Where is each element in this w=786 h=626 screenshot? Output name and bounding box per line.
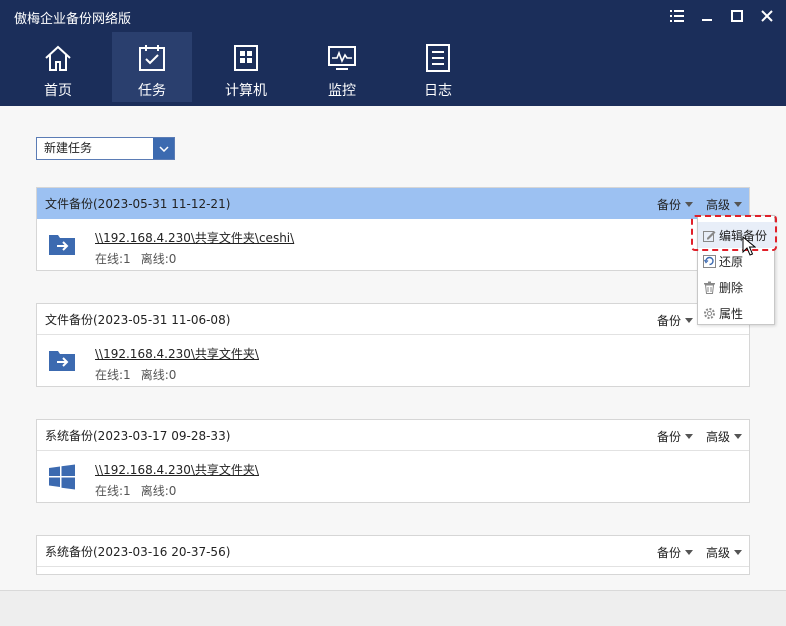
menu-icon[interactable] [666, 6, 688, 26]
advanced-label: 高级 [706, 546, 731, 560]
nav-monitor-label: 监控 [328, 83, 356, 99]
home-icon [45, 45, 71, 71]
windows-logo-icon [49, 464, 75, 490]
nav-computer[interactable]: 计算机 [198, 32, 294, 102]
menu-item-label: 删除 [719, 280, 744, 295]
task-card[interactable]: 文件备份(2023-05-31 11-06-08) 备份 \\192.168.4… [36, 303, 750, 387]
task-card-body: \\192.168.4.230\共享文件夹\ 在线:1 离线:0 [37, 335, 749, 387]
task-title: 系统备份(2023-03-17 09-28-33) [45, 428, 231, 443]
caret-down-icon [685, 550, 694, 555]
mouse-cursor-icon [742, 236, 756, 256]
backup-dropdown-button[interactable]: 备份 [657, 544, 694, 561]
caret-down-icon [734, 434, 743, 439]
task-card[interactable]: 系统备份(2023-03-17 09-28-33) 备份 高级 \\192.16… [36, 419, 750, 503]
log-icon [426, 44, 450, 72]
computer-icon [234, 45, 258, 71]
task-card-header[interactable]: 文件备份(2023-05-31 11-06-08) 备份 [37, 304, 749, 335]
title-bar: 傲梅企业备份网络版 首页 任务 计算机 监控 日志 [0, 0, 786, 106]
maximize-icon[interactable] [726, 6, 748, 26]
offline-count: 离线:0 [140, 252, 177, 266]
nav-log[interactable]: 日志 [390, 32, 486, 102]
edit-icon [703, 230, 716, 242]
nav-home[interactable]: 首页 [10, 32, 106, 102]
advanced-dropdown-button[interactable]: 高级 [706, 428, 743, 445]
backup-label: 备份 [657, 430, 682, 444]
online-count: 在线:1 [95, 252, 131, 266]
task-list-area: 新建任务 文件备份(2023-05-31 11-12-21) 备份 高级 \\1… [0, 106, 786, 590]
online-count: 在线:1 [95, 484, 131, 498]
status-bar [0, 590, 786, 626]
menu-item-properties[interactable]: 属性 [698, 300, 776, 326]
menu-item-delete[interactable]: 删除 [698, 274, 776, 300]
task-title: 文件备份(2023-05-31 11-12-21) [45, 196, 231, 211]
trash-icon [704, 281, 715, 294]
task-card-header[interactable]: 文件备份(2023-05-31 11-12-21) 备份 高级 [37, 188, 749, 219]
menu-item-label: 属性 [719, 306, 744, 321]
caret-down-icon [685, 434, 694, 439]
advanced-context-menu: 编辑备份 还原 删除 属性 [697, 215, 776, 326]
backup-label: 备份 [657, 198, 682, 212]
task-card[interactable]: 文件备份(2023-05-31 11-12-21) 备份 高级 \\192.16… [36, 187, 750, 271]
close-icon[interactable] [756, 6, 778, 26]
offline-count: 离线:0 [140, 484, 177, 498]
backup-dropdown-button[interactable]: 备份 [657, 428, 694, 445]
gear-icon [704, 307, 715, 319]
advanced-label: 高级 [706, 198, 731, 212]
task-card-header[interactable]: 系统备份(2023-03-17 09-28-33) 备份 高级 [37, 420, 749, 451]
new-task-dropdown[interactable]: 新建任务 [36, 137, 175, 160]
task-card-body: \\192.168.4.230\共享文件夹\ceshi\ 在线:1 离线:0 [37, 219, 749, 271]
offline-count: 离线:0 [140, 368, 177, 382]
task-destination-link[interactable]: \\192.168.4.230\共享文件夹\ [95, 345, 259, 362]
minimize-icon[interactable] [696, 6, 718, 26]
nav-log-label: 日志 [424, 83, 452, 99]
menu-item-label: 还原 [719, 254, 744, 269]
task-status: 在线:1 离线:0 [95, 250, 186, 267]
task-calendar-icon [139, 45, 165, 71]
folder-arrow-icon [49, 351, 75, 371]
menu-item-restore[interactable]: 还原 [698, 248, 776, 274]
task-destination-link[interactable]: \\192.168.4.230\共享文件夹\ [95, 461, 259, 478]
backup-label: 备份 [657, 314, 682, 328]
task-title: 文件备份(2023-05-31 11-06-08) [45, 312, 231, 327]
backup-dropdown-button[interactable]: 备份 [657, 196, 694, 213]
main-nav: 首页 任务 计算机 监控 日志 [10, 32, 486, 102]
chevron-down-icon[interactable] [153, 138, 174, 159]
task-status: 在线:1 离线:0 [95, 366, 186, 383]
advanced-label: 高级 [706, 430, 731, 444]
window-controls [666, 6, 778, 26]
task-card[interactable]: 系统备份(2023-03-16 20-37-56) 备份 高级 [36, 535, 750, 575]
nav-tasks-label: 任务 [138, 83, 166, 99]
folder-arrow-icon [49, 235, 75, 255]
nav-monitor[interactable]: 监控 [294, 32, 390, 102]
task-status: 在线:1 离线:0 [95, 482, 186, 499]
advanced-dropdown-button[interactable]: 高级 [706, 544, 743, 561]
advanced-dropdown-button[interactable]: 高级 [706, 196, 743, 213]
caret-down-icon [685, 318, 694, 323]
caret-down-icon [734, 202, 743, 207]
caret-down-icon [685, 202, 694, 207]
backup-dropdown-button[interactable]: 备份 [657, 312, 694, 329]
monitor-icon [328, 46, 356, 70]
online-count: 在线:1 [95, 368, 131, 382]
task-destination-link[interactable]: \\192.168.4.230\共享文件夹\ceshi\ [95, 229, 294, 246]
caret-down-icon [734, 550, 743, 555]
nav-tasks[interactable]: 任务 [112, 32, 192, 102]
nav-home-label: 首页 [44, 83, 72, 99]
restore-icon [703, 254, 716, 268]
backup-label: 备份 [657, 546, 682, 560]
task-card-header[interactable]: 系统备份(2023-03-16 20-37-56) 备份 高级 [37, 536, 749, 567]
nav-computer-label: 计算机 [225, 83, 267, 99]
new-task-label: 新建任务 [44, 141, 93, 155]
menu-item-edit-backup[interactable]: 编辑备份 [698, 222, 776, 248]
app-title: 傲梅企业备份网络版 [14, 12, 132, 27]
task-title: 系统备份(2023-03-16 20-37-56) [45, 544, 231, 559]
task-card-body: \\192.168.4.230\共享文件夹\ 在线:1 离线:0 [37, 451, 749, 503]
